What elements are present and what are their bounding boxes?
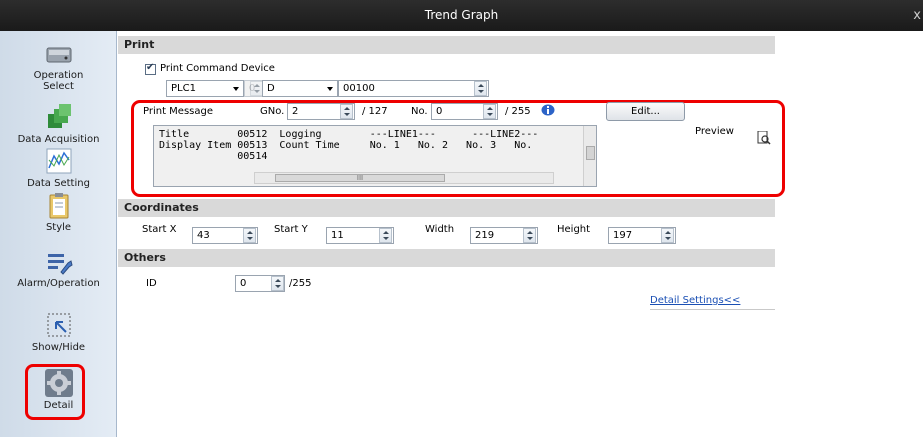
start-x-spinner[interactable] [243,228,256,243]
sidebar-item-label: Data Setting [27,178,90,189]
id-label: ID [146,278,157,289]
width-spinner[interactable] [523,228,536,243]
address-field[interactable]: 00100 [338,80,489,97]
section-print: Print [118,36,775,54]
chevron-down-icon[interactable] [231,81,241,96]
hdd-icon [44,38,74,68]
horizontal-scroll-thumb[interactable]: III [275,174,445,182]
cursor-selection-icon [44,310,74,340]
detail-highlight [25,364,85,420]
sidebar-item-data-setting[interactable]: Data Setting [0,146,117,189]
detail-settings-link[interactable]: Detail Settings<< [650,295,740,306]
sidebar-item-label: Style [45,222,72,233]
preview-icon[interactable] [757,130,771,145]
height-spinner[interactable] [661,228,674,243]
sidebar-item-data-acquisition[interactable]: Data Acquisition [0,102,117,145]
no-spinner[interactable] [483,104,496,119]
id-spinner[interactable] [271,276,284,291]
sidebar-item-label: Show/Hide [31,342,86,353]
window-titlebar: Trend Graph x [0,0,923,31]
divider [650,309,775,310]
gno-label: GNo. [260,106,285,117]
sidebar-item-alarm-operation[interactable]: Alarm/Operation [0,246,117,289]
message-line-1: Title 00512 Logging ---LINE1--- ---LINE2… [159,129,539,140]
gno-spinner[interactable] [340,104,353,119]
print-message-preview-box: Title 00512 Logging ---LINE1--- ---LINE2… [153,125,597,187]
gno-max: / 127 [362,106,388,117]
print-message-label: Print Message [143,106,214,117]
clipboard-icon [44,190,74,220]
section-others: Others [118,249,775,267]
line-chart-icon [44,146,74,176]
address-spinner[interactable] [474,81,487,96]
sidebar-item-label: Operation [33,70,84,81]
edit-button[interactable]: Edit... [606,102,685,121]
print-command-device-checkbox[interactable] [145,62,156,75]
id-max: /255 [289,278,312,289]
wrench-icon [44,246,74,276]
sidebar-item-show-hide[interactable]: Show/Hide [0,310,117,353]
message-line-3: 00514 [159,151,268,162]
chevron-down-icon[interactable] [325,81,335,96]
vertical-scrollbar[interactable] [583,126,596,186]
sidebar-item-operation-select[interactable]: Operation Select [0,38,117,92]
start-x-label: Start X [142,224,177,235]
vertical-scroll-thumb[interactable] [586,146,595,160]
start-y-spinner[interactable] [379,228,392,243]
sidebar-item-label: Data Acquisition [17,134,100,145]
height-label: Height [557,224,591,235]
window-title: Trend Graph [424,8,499,22]
close-icon[interactable]: x [913,0,921,31]
preview-label: Preview [695,126,734,137]
message-line-2: Display Item 00513 Count Time No. 1 No. … [159,140,533,151]
no-max: / 255 [505,106,531,117]
sidebar-item-style[interactable]: Style [0,190,117,233]
print-command-device-label: Print Command Device [160,63,275,74]
info-icon[interactable] [541,104,555,116]
start-y-label: Start Y [274,224,308,235]
no-label: No. [411,106,428,117]
section-coordinates: Coordinates [118,199,775,217]
sidebar-item-label-2: Select [43,81,74,92]
data-blocks-icon [44,102,74,132]
horizontal-scrollbar[interactable]: III [254,172,554,184]
width-label: Width [425,224,455,235]
sidebar-item-label: Alarm/Operation [17,278,100,289]
